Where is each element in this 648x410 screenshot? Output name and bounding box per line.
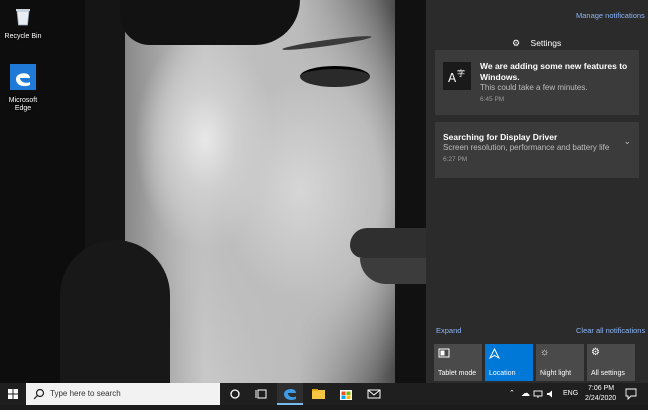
start-button[interactable]	[0, 383, 26, 405]
chevron-down-icon[interactable]: ⌄	[623, 136, 631, 147]
onedrive-cloud-icon[interactable]: ☁	[521, 388, 530, 399]
svg-text:字: 字	[457, 68, 465, 78]
task-view-icon	[255, 389, 267, 399]
windows-logo-icon	[8, 389, 18, 399]
settings-header-label: Settings	[530, 38, 562, 48]
expand-link[interactable]: Expand	[436, 326, 461, 335]
recycle-bin-icon	[16, 9, 30, 26]
night-light-icon: ☼	[540, 347, 550, 358]
tablet-mode-icon	[438, 348, 450, 358]
wallpaper-hair-top	[120, 0, 300, 45]
desktop-icon-label: Microsoft Edge	[8, 97, 38, 112]
language-indicator[interactable]: ENG	[563, 390, 578, 397]
quick-action-label: Location	[489, 370, 516, 377]
desktop-icon-label: Recycle Bin	[4, 33, 42, 40]
quick-action-all-settings[interactable]: ⚙ All settings	[587, 344, 635, 381]
search-placeholder: Type here to search	[50, 389, 121, 398]
gear-icon: ⚙	[591, 347, 600, 358]
quick-action-label: All settings	[591, 370, 625, 377]
clear-all-notifications-link[interactable]: Clear all notifications	[576, 326, 645, 335]
desktop-icon-edge[interactable]: Microsoft Edge	[0, 64, 46, 113]
location-icon	[489, 348, 500, 359]
quick-action-tablet-mode[interactable]: Tablet mode	[434, 344, 482, 381]
volume-icon[interactable]	[546, 389, 556, 399]
quick-action-label: Night light	[540, 370, 572, 377]
taskbar-search-box[interactable]: Type here to search	[26, 383, 220, 405]
cortana-button[interactable]	[222, 383, 248, 405]
chevron-up-icon[interactable]: ⌃	[509, 389, 515, 397]
wallpaper-lips	[350, 228, 426, 258]
desktop-icon-recycle-bin[interactable]: Recycle Bin	[0, 6, 46, 41]
taskbar-mail-button[interactable]	[361, 383, 387, 405]
search-icon	[33, 388, 45, 400]
quick-action-night-light[interactable]: ☼ Night light	[536, 344, 584, 381]
notification-title: We are adding some new features to Windo…	[480, 61, 628, 82]
wallpaper-lips-lower	[360, 258, 426, 284]
notification-time: 6:27 PM	[443, 156, 468, 163]
taskbar-store-button[interactable]	[333, 383, 359, 405]
action-center-panel: Manage notifications ⚙ Settings A 字 We a…	[426, 0, 648, 383]
notification-body: Screen resolution, performance and batte…	[443, 143, 610, 152]
action-center-icon[interactable]	[625, 388, 637, 400]
notification-body: This could take a few minutes.	[480, 83, 588, 92]
clock-time[interactable]: 7:06 PM	[588, 385, 614, 392]
edge-icon	[284, 388, 296, 400]
gear-icon: ⚙	[512, 38, 521, 48]
quick-action-label: Tablet mode	[438, 370, 477, 377]
taskbar-edge-button[interactable]	[277, 383, 303, 405]
taskbar: Type here to search ⌃ ☁ ENG 7:06 PM 2/24…	[0, 383, 648, 405]
settings-group-header: ⚙ Settings	[512, 33, 562, 48]
taskbar-file-explorer-button[interactable]	[305, 383, 331, 405]
mail-icon	[367, 389, 381, 399]
wallpaper-eye	[300, 66, 370, 87]
manage-notifications-link[interactable]: Manage notifications	[576, 11, 645, 20]
notification-time: 6:45 PM	[480, 96, 505, 103]
clock-date[interactable]: 2/24/2020	[585, 395, 616, 402]
notification-title: Searching for Display Driver	[443, 132, 558, 142]
quick-action-location[interactable]: Location	[485, 344, 533, 381]
notification-card-features[interactable]: A 字 We are adding some new features to W…	[435, 50, 639, 115]
svg-text:A: A	[448, 71, 457, 85]
wallpaper-eyebrow	[282, 33, 372, 53]
task-view-button[interactable]	[249, 383, 275, 405]
wallpaper-hair-right	[395, 0, 426, 383]
store-bag-icon	[340, 390, 352, 400]
network-icon[interactable]	[533, 389, 543, 399]
language-icon: A 字	[443, 62, 471, 90]
wallpaper-hair-lower	[60, 240, 170, 383]
cortana-circle-icon	[230, 389, 240, 399]
desktop-wallpaper: Recycle Bin Microsoft Edge	[0, 0, 426, 383]
edge-icon	[10, 64, 36, 90]
folder-icon	[312, 389, 325, 399]
notification-card-display-driver[interactable]: Searching for Display Driver Screen reso…	[435, 122, 639, 178]
